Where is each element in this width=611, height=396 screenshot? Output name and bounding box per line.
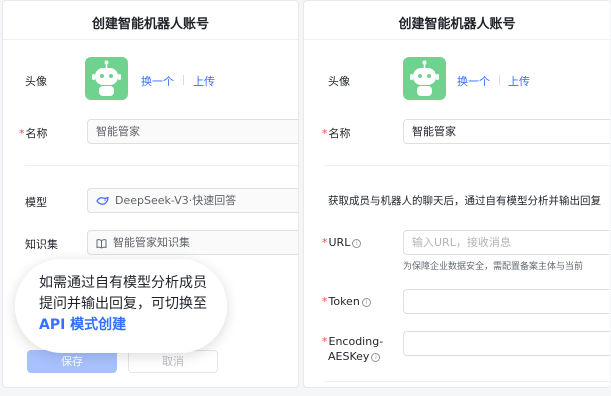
- info-icon[interactable]: i: [352, 239, 362, 248]
- required-mark: *: [322, 127, 328, 140]
- robot-avatar-icon[interactable]: [85, 57, 128, 100]
- name-label: *名称: [322, 125, 351, 141]
- info-icon[interactable]: i: [361, 298, 371, 307]
- name-label: *名称: [19, 125, 48, 141]
- deepseek-whale-icon: [96, 196, 109, 205]
- url-label: *URL i: [322, 236, 362, 249]
- url-hint: 为保障企业数据安全，需配置备案主体与当前: [403, 262, 584, 272]
- change-avatar-link[interactable]: 换一个: [141, 73, 174, 89]
- section-divider: [25, 165, 298, 166]
- bottom-divider: [324, 381, 610, 382]
- aeskey-label-line-1: *Encoding-: [322, 334, 383, 349]
- avatar-label: 头像: [25, 75, 47, 88]
- aeskey-label-text-1: Encoding-: [328, 335, 384, 348]
- encoding-aeskey-input[interactable]: [403, 331, 610, 356]
- model-value: DeepSeek-V3·快速回答: [115, 194, 237, 207]
- api-mode-link[interactable]: API 模式创建: [39, 315, 227, 336]
- link-separator: [183, 75, 184, 85]
- info-icon[interactable]: i: [371, 353, 381, 362]
- cancel-button[interactable]: 取消: [128, 350, 218, 373]
- section-divider: [324, 165, 610, 166]
- url-label-text: URL: [328, 236, 351, 249]
- right-create-bot-panel: 创建智能机器人账号 头像 换一个 上传 *名称 智能管家 获取成员与机器人的聊天…: [303, 0, 610, 388]
- save-button[interactable]: 保存: [27, 350, 117, 373]
- callout-line-1: 如需通过自有模型分析成员: [39, 275, 207, 291]
- token-label: *Token i: [322, 295, 371, 308]
- name-label-text: 名称: [328, 127, 351, 140]
- upload-avatar-link[interactable]: 上传: [508, 73, 530, 89]
- knowledge-set-select[interactable]: 智能管家知识集: [87, 230, 298, 255]
- required-mark: *: [322, 335, 328, 348]
- knowledge-set-label: 知识集: [25, 238, 58, 251]
- robot-avatar-icon[interactable]: [403, 57, 446, 100]
- api-mode-description: 获取成员与机器人的聊天后，通过自有模型分析并输出回复: [328, 195, 601, 207]
- avatar-label: 头像: [328, 75, 350, 88]
- callout-line-2: 提问并输出回复，可切换至: [39, 296, 207, 312]
- aeskey-label: *Encoding- AESKey i: [322, 334, 383, 364]
- name-input[interactable]: 智能管家: [403, 119, 610, 144]
- aeskey-label-text-2: AESKey: [328, 350, 370, 363]
- link-separator: [499, 75, 500, 85]
- left-create-bot-panel: 创建智能机器人账号 头像 换一个 上传 *名称 智能管家 模型 DeepSeek…: [2, 0, 299, 388]
- book-icon: [96, 238, 107, 249]
- token-label-text: Token: [328, 295, 360, 308]
- header-divider: [304, 39, 610, 40]
- name-label-text: 名称: [25, 127, 48, 140]
- name-input[interactable]: 智能管家: [87, 119, 298, 144]
- change-avatar-link[interactable]: 换一个: [457, 73, 490, 89]
- page-title: 创建智能机器人账号: [398, 17, 516, 32]
- url-input[interactable]: 输入URL，接收消息: [403, 230, 610, 255]
- page-title: 创建智能机器人账号: [91, 17, 209, 32]
- required-mark: *: [19, 127, 25, 140]
- model-label: 模型: [25, 196, 47, 209]
- header-divider: [3, 39, 298, 40]
- api-mode-callout: 如需通过自有模型分析成员 提问并输出回复，可切换至 API 模式创建: [15, 259, 227, 353]
- token-input[interactable]: [403, 289, 610, 314]
- model-select[interactable]: DeepSeek-V3·快速回答: [87, 188, 298, 213]
- aeskey-label-line-2: AESKey i: [322, 349, 383, 364]
- required-mark: *: [322, 295, 328, 308]
- knowledge-set-value: 智能管家知识集: [113, 236, 190, 249]
- upload-avatar-link[interactable]: 上传: [193, 73, 215, 89]
- required-mark: *: [322, 236, 328, 249]
